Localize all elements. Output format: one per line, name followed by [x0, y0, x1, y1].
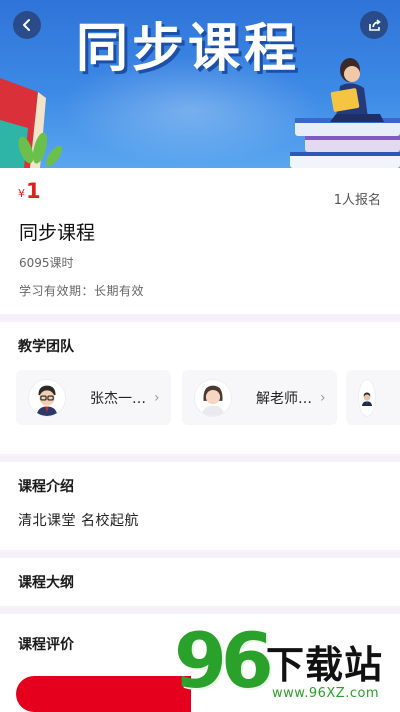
teacher-name: 张杰一… — [90, 390, 146, 407]
price-value: 1 — [26, 179, 41, 203]
course-outline-section[interactable]: 课程大纲 — [0, 558, 400, 606]
course-banner: 同步课程 — [0, 0, 400, 168]
chevron-left-icon — [23, 19, 30, 31]
course-validity: 学习有效期：长期有效 — [19, 284, 145, 298]
course-title: 同步课程 — [19, 222, 96, 244]
teacher-avatar — [28, 378, 66, 417]
enroll-count: 1人报名 — [333, 193, 381, 208]
course-info-card: ¥ 1 1人报名 同步课程 6095课时 学习有效期：长期有效 — [0, 168, 400, 314]
teacher-avatar — [194, 378, 232, 417]
teacher-avatar-icon — [36, 385, 58, 416]
watermark-text: 下载站 — [266, 643, 384, 687]
watermark-number: 96 — [174, 616, 274, 705]
share-icon — [368, 18, 381, 31]
book-stack-illustration — [290, 118, 400, 168]
teaching-team-section: 教学团队 张杰一… › 解老师… › — [0, 322, 400, 454]
teacher-card[interactable]: 张杰一… › — [16, 370, 171, 425]
girl-reading-illustration — [330, 58, 384, 122]
chevron-right-icon: › — [320, 389, 326, 406]
course-hours: 6095课时 — [19, 256, 74, 270]
outline-section-title: 课程大纲 — [18, 575, 74, 591]
watermark-url: www.96XZ.com — [272, 686, 380, 701]
course-intro-section: 课程介绍 清北课堂 名校起航 — [0, 462, 400, 550]
price-currency: ¥ — [18, 187, 25, 200]
review-section-title: 课程评价 — [18, 637, 74, 653]
teacher-avatar-icon — [201, 385, 225, 416]
teacher-name: 解老师… — [256, 390, 312, 407]
chevron-right-icon: › — [154, 389, 160, 406]
action-bar-button[interactable] — [16, 676, 191, 712]
site-watermark: 96 下载站 www.96XZ.com — [172, 616, 400, 712]
teacher-avatar-icon — [361, 392, 373, 406]
reading-illustration — [0, 58, 400, 168]
teacher-card[interactable]: 解老师… › — [182, 370, 337, 425]
back-button[interactable] — [13, 11, 41, 39]
share-button[interactable] — [360, 11, 388, 39]
teacher-avatar — [358, 378, 376, 417]
team-section-title: 教学团队 — [18, 339, 74, 355]
teacher-card[interactable] — [346, 370, 400, 425]
intro-text: 清北课堂 名校起航 — [18, 513, 139, 529]
intro-section-title: 课程介绍 — [18, 479, 74, 495]
